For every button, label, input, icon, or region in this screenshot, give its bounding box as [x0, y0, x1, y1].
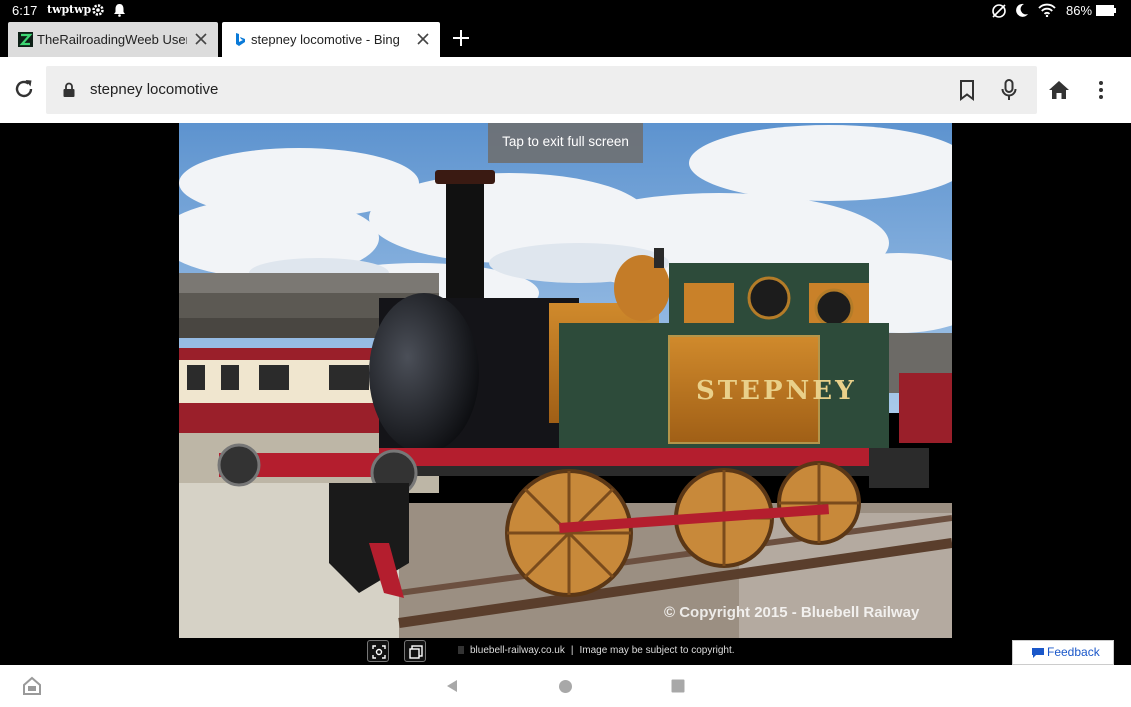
tab-bing-images[interactable]: stepney locomotive - Bing im	[222, 22, 440, 57]
close-tab-icon[interactable]	[192, 30, 210, 48]
separator: |	[570, 645, 574, 656]
settings-notification-icon	[92, 4, 104, 16]
keyboard-switch-icon[interactable]	[22, 676, 42, 696]
omnibox[interactable]: stepney locomotive	[46, 66, 1037, 114]
lock-icon[interactable]	[62, 82, 76, 98]
recents-icon[interactable]	[671, 679, 685, 693]
open-image-button[interactable]	[404, 640, 426, 662]
visual-search-icon	[372, 645, 386, 659]
reload-icon[interactable]	[12, 77, 36, 101]
overflow-menu-icon[interactable]	[1092, 78, 1110, 102]
battery-percentage: 86%	[1066, 3, 1093, 18]
feedback-chat-icon	[1032, 648, 1044, 658]
source-domain-link[interactable]: bluebell-railway.co.uk	[470, 645, 565, 656]
feedback-button[interactable]: Feedback	[1012, 640, 1114, 665]
home-icon[interactable]	[1047, 78, 1071, 102]
tab-title: stepney locomotive - Bing im	[251, 32, 401, 47]
system-nav-bar	[0, 665, 1131, 707]
visual-search-button[interactable]	[367, 640, 389, 662]
tab-therailroadingweeb[interactable]: TheRailroadingWeeb User Pr	[8, 22, 218, 57]
bell-icon	[114, 4, 125, 17]
exit-fullscreen-toast[interactable]: Tap to exit full screen	[488, 123, 643, 163]
url-text[interactable]: stepney locomotive	[90, 81, 218, 98]
close-tab-icon[interactable]	[414, 30, 432, 48]
site-favicon-icon	[18, 32, 33, 47]
home-nav-icon[interactable]	[558, 679, 573, 694]
image-watermark: © Copyright 2015 - Bluebell Railway	[664, 604, 920, 621]
copyright-notice: Image may be subject to copyright.	[579, 645, 735, 656]
image-collection-icon	[409, 645, 423, 659]
twp-notification-icon: twp	[69, 3, 92, 16]
feedback-label: Feedback	[1047, 645, 1100, 659]
tab-strip: TheRailroadingWeeb User Pr stepney locom…	[0, 21, 1131, 57]
browser-toolbar: stepney locomotive	[0, 57, 1131, 123]
locomotive-image: STEPNEY	[179, 123, 952, 638]
locomotive-photo[interactable]: STEPNEY	[179, 123, 952, 638]
image-source-line: bluebell-railway.co.uk | Image may be subj…	[458, 645, 735, 656]
bing-favicon-icon	[236, 33, 245, 46]
tab-title: TheRailroadingWeeb User Pr	[37, 32, 187, 47]
image-viewer: STEPNEY Tap to exit full screen © Copyri…	[0, 123, 1131, 665]
microphone-icon[interactable]	[998, 78, 1020, 102]
status-bar: 6:17 twp twp 86%	[0, 0, 1131, 21]
back-icon[interactable]	[444, 678, 460, 694]
twp-notification-icon: twp	[47, 3, 70, 16]
source-favicon-icon	[458, 646, 464, 654]
bookmark-icon[interactable]	[956, 78, 978, 102]
battery-icon	[1096, 5, 1116, 16]
svg-text:STEPNEY: STEPNEY	[696, 376, 857, 406]
new-tab-plus-icon[interactable]	[449, 26, 473, 50]
clock: 6:17	[12, 3, 38, 18]
do-not-disturb-icon	[992, 4, 1006, 18]
wifi-icon	[1038, 3, 1056, 17]
moon-icon	[1016, 3, 1028, 17]
